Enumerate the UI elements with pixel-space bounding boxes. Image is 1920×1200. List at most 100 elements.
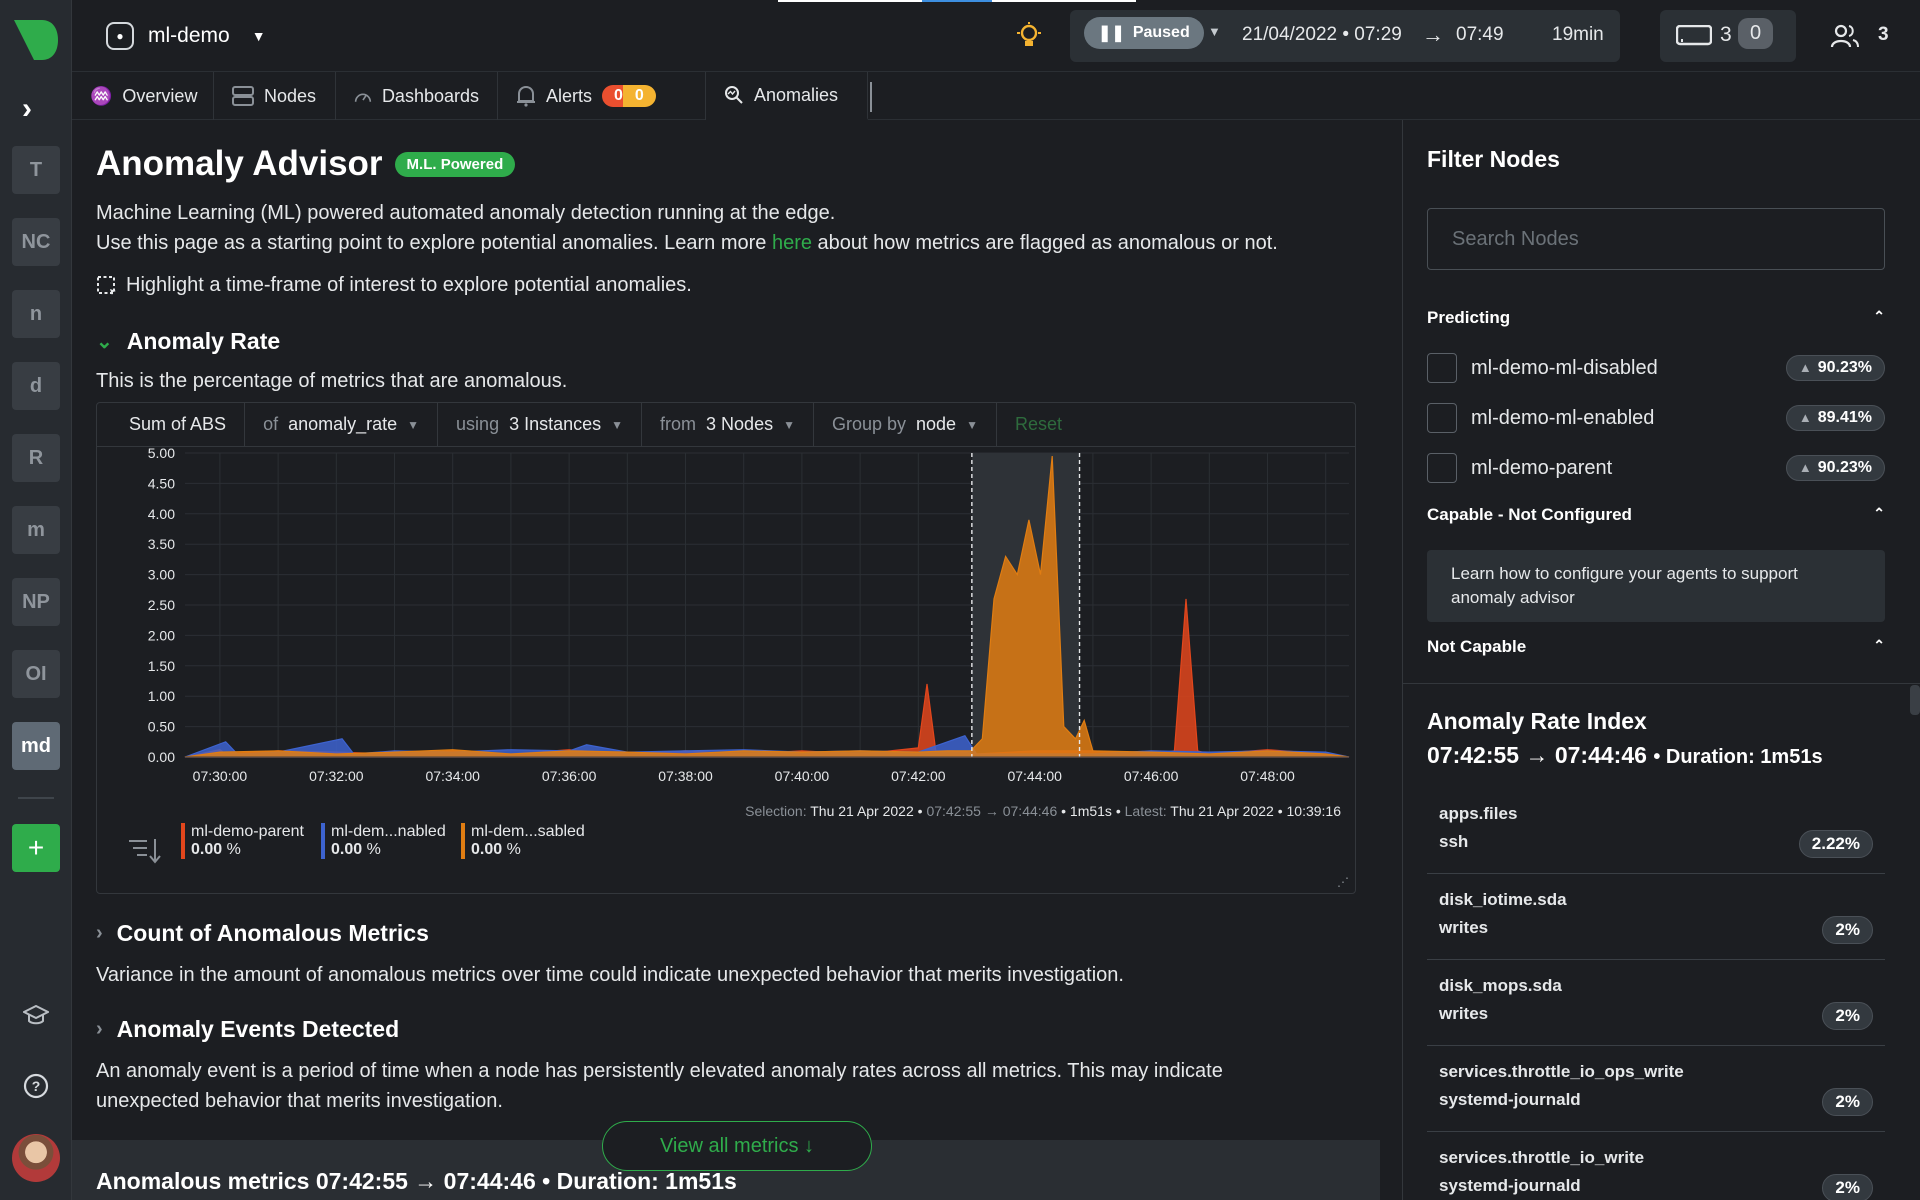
panel-scrollbar[interactable] xyxy=(1910,685,1920,715)
legend-value-number: 0.00 xyxy=(471,841,503,858)
tab-anomalies-label: Anomalies xyxy=(754,84,839,105)
x-tick-label: 07:44:00 xyxy=(1007,768,1062,784)
users-icon[interactable] xyxy=(1830,24,1860,48)
anomaly-index-row[interactable]: disk_iotime.sda writes 2% xyxy=(1427,874,1885,960)
graduation-cap-icon: ▲ xyxy=(1798,360,1812,375)
chevron-down-icon[interactable]: ▼ xyxy=(1208,24,1221,39)
search-nodes-input[interactable]: Search Nodes xyxy=(1427,208,1885,270)
instances-value: 3 Instances xyxy=(509,414,602,434)
not-capable-label: Not Capable xyxy=(1427,637,1527,656)
expand-sidebar-icon[interactable]: › xyxy=(22,92,32,126)
y-tick-label: 4.50 xyxy=(148,475,175,491)
room-name: ml-demo xyxy=(148,24,230,47)
index-dimension-name: systemd-journald xyxy=(1439,1176,1581,1195)
user-avatar[interactable] xyxy=(12,1134,60,1182)
section-count-title: Count of Anomalous Metrics xyxy=(116,920,429,946)
right-panel: Filter Nodes Search Nodes Predicting ⌃ m… xyxy=(1402,120,1920,1200)
tab-nodes[interactable]: Nodes xyxy=(214,72,336,120)
legend-unit: % xyxy=(366,841,381,858)
anomaly-index-row[interactable]: apps.files ssh 2.22% xyxy=(1427,788,1885,874)
dashboard-gauge-icon xyxy=(354,93,372,102)
legend-series-name: ml-demo-parent xyxy=(191,823,304,840)
add-workspace-button[interactable]: + xyxy=(12,824,60,872)
node-filter-row[interactable]: ml-demo-ml-disabled ▲ 90.23% xyxy=(1427,352,1885,384)
search-nodes-placeholder: Search Nodes xyxy=(1452,227,1579,250)
ml-powered-badge: M.L. Powered xyxy=(394,151,516,177)
nodes-selector[interactable]: from 3 Nodes ▼ xyxy=(642,402,814,447)
range-duration: 19min xyxy=(1552,24,1604,45)
legend-item[interactable]: ml-demo-parent 0.00 % xyxy=(181,823,313,859)
group-by-value: node xyxy=(916,414,957,434)
anomaly-rate-chart-card: Sum of ABS of anomaly_rate ▼ using 3 Instan… xyxy=(96,402,1356,894)
workspace-d[interactable]: d xyxy=(12,362,60,410)
workspace-r[interactable]: R xyxy=(12,434,60,482)
section-anomaly-rate-toggle[interactable]: ⌄ Anomaly Rate xyxy=(96,328,280,355)
node-checkbox[interactable] xyxy=(1427,403,1457,433)
workspace-np[interactable]: NP xyxy=(12,578,60,626)
resize-handle-icon[interactable]: ⋰ xyxy=(1337,875,1349,889)
alerts-warning-badge[interactable]: 0 xyxy=(622,85,656,107)
x-tick-label: 07:30:00 xyxy=(193,768,248,784)
index-metric-name: disk_mops.sda writes xyxy=(1439,972,1562,1028)
reset-button[interactable]: Reset xyxy=(997,403,1080,447)
anomaly-index-row[interactable]: services.throttle_io_write systemd-journa… xyxy=(1427,1132,1885,1200)
node-checkbox[interactable] xyxy=(1427,453,1457,483)
predicting-group-toggle[interactable]: Predicting ⌃ xyxy=(1427,308,1885,328)
workspace-n[interactable]: n xyxy=(12,290,60,338)
instances-selector[interactable]: using 3 Instances ▼ xyxy=(438,402,643,447)
room-selector[interactable]: ● ml-demo ▼ xyxy=(106,22,266,50)
tab-anomalies[interactable]: Anomalies xyxy=(706,72,868,120)
instances-prefix: using xyxy=(456,414,500,434)
index-dimension-name: ssh xyxy=(1439,832,1469,851)
node-name: ml-demo-ml-disabled xyxy=(1471,356,1658,379)
node-filter-row[interactable]: ml-demo-parent ▲ 90.23% xyxy=(1427,452,1885,484)
chevron-down-icon: ▼ xyxy=(611,417,624,432)
not-capable-group-toggle[interactable]: Not Capable ⌃ xyxy=(1427,637,1885,657)
tab-dashboards[interactable]: Dashboards xyxy=(336,72,498,120)
sort-icon[interactable] xyxy=(127,831,163,871)
metric-selector[interactable]: of anomaly_rate ▼ xyxy=(245,402,439,447)
legend-item[interactable]: ml-dem...nabled 0.00 % xyxy=(321,823,453,859)
tab-alerts[interactable]: Alerts 0 0 xyxy=(498,72,706,120)
workspace-m[interactable]: m xyxy=(12,506,60,554)
page-title-text: Anomaly Advisor xyxy=(96,144,383,183)
view-all-metrics-button[interactable]: View all metrics ↓ xyxy=(602,1121,872,1171)
learn-more-link[interactable]: here xyxy=(772,232,812,254)
anomaly-index-row[interactable]: services.throttle_io_ops_write systemd-jo… xyxy=(1427,1046,1885,1132)
section-count-toggle[interactable]: › Count of Anomalous Metrics xyxy=(96,920,429,947)
pause-icon: ❚❚ xyxy=(1098,25,1125,42)
section-count-desc: Variance in the amount of anomalous metr… xyxy=(96,964,1124,986)
legend-item[interactable]: ml-dem...sabled 0.00 % xyxy=(461,823,593,859)
description-line-2: Use this page as a starting point to exp… xyxy=(96,232,1278,255)
aggregation-selector[interactable]: Sum of ABS xyxy=(97,402,246,447)
anomaly-index-row[interactable]: disk_mops.sda writes 2% xyxy=(1427,960,1885,1046)
netdata-logo-icon[interactable] xyxy=(12,18,60,62)
nodes-offline-count: 0 xyxy=(1738,18,1774,49)
group-by-selector[interactable]: Group by node ▼ xyxy=(814,402,997,447)
workspace-md[interactable]: md xyxy=(12,722,60,770)
y-tick-label: 1.50 xyxy=(148,658,175,674)
paused-status-button[interactable]: ❚❚ Paused xyxy=(1084,17,1204,49)
node-filter-row[interactable]: ml-demo-ml-enabled ▲ 89.41% xyxy=(1427,402,1885,434)
tab-nodes-label: Nodes xyxy=(264,85,317,106)
tab-overview[interactable]: ♒ Overview xyxy=(72,72,214,120)
index-metric-name: disk_iotime.sda writes xyxy=(1439,886,1567,942)
graduation-cap-icon: ▲ xyxy=(1798,460,1812,475)
tab-dashboards-label: Dashboards xyxy=(381,85,479,106)
anomaly-rate-index-title: Anomaly Rate Index xyxy=(1427,708,1647,734)
lightbulb-icon[interactable] xyxy=(1016,22,1042,50)
workspace-t[interactable]: T xyxy=(12,146,60,194)
capable-group-toggle[interactable]: Capable - Not Configured ⌃ xyxy=(1427,505,1885,525)
anomaly-rate-chart[interactable]: 0.00 0.50 1.00 1.50 2.00 2.50 3.00 3.50 4.00 4.50… xyxy=(97,447,1355,801)
top-progress-bar xyxy=(778,0,922,2)
selection-label: Selection: xyxy=(745,803,807,819)
legend-series-name: ml-dem...sabled xyxy=(471,823,585,840)
graduation-cap-icon[interactable] xyxy=(20,1000,52,1032)
index-metric-name: services.throttle_io_ops_write systemd-jo… xyxy=(1439,1058,1684,1114)
workspace-nc[interactable]: NC xyxy=(12,218,60,266)
node-checkbox[interactable] xyxy=(1427,353,1457,383)
section-events-toggle[interactable]: › Anomaly Events Detected xyxy=(96,1016,399,1043)
workspace-oi[interactable]: OI xyxy=(12,650,60,698)
help-icon[interactable]: ? xyxy=(20,1070,52,1102)
index-chart-name: services.throttle_io_ops_write xyxy=(1439,1062,1684,1081)
